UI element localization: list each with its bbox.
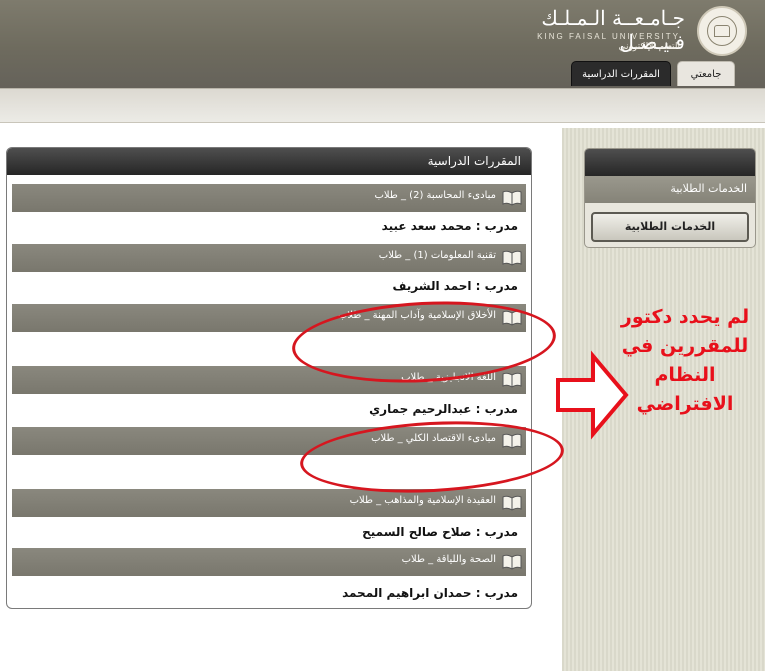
book-icon xyxy=(502,554,522,570)
annotation-line: النظام xyxy=(654,364,716,386)
course-title: العقيدة الإسلامية والمذاهب _ طلاب xyxy=(349,495,496,506)
side-panel-header xyxy=(585,149,755,176)
book-icon xyxy=(502,495,522,511)
annotation-line: لم يحدد دكتور xyxy=(620,306,750,328)
course-title: تقنية المعلومات (1) _ طلاب xyxy=(378,250,496,261)
courses-panel-title: المقررات الدراسية xyxy=(7,148,531,175)
elearning-subtitle: التعلم الإلكتروني xyxy=(618,42,680,52)
course-instructor: مدرب : حمدان ابراهيم المحمد xyxy=(342,586,518,600)
tab-courses[interactable]: المقررات الدراسية xyxy=(571,61,671,86)
university-seal-logo xyxy=(697,6,747,56)
course-link[interactable]: مبادىء المحاسبة (2) _ طلاب xyxy=(12,184,526,212)
header-bar: جـامـعــة الـمـلـك فـيـصـل KING FAISAL U… xyxy=(0,0,765,88)
annotation-text: لم يحدد دكتور للمقررين في النظام الافترا… xyxy=(610,303,760,419)
course-link[interactable]: الصحة واللياقة _ طلاب xyxy=(12,548,526,576)
course-instructor: مدرب : احمد الشريف xyxy=(392,279,519,293)
course-instructor: مدرب : صلاح صالح السميح xyxy=(362,525,518,539)
course-link[interactable]: تقنية المعلومات (1) _ طلاب xyxy=(12,244,526,272)
side-panel-title: الخدمات الطلابية xyxy=(585,176,755,203)
course-link[interactable]: العقيدة الإسلامية والمذاهب _ طلاب xyxy=(12,489,526,517)
book-icon xyxy=(502,250,522,266)
annotation-line: للمقررين في xyxy=(621,335,749,357)
course-instructor: مدرب : محمد سعد عبيد xyxy=(381,219,518,233)
university-name-en: KING FAISAL UNIVERSITY xyxy=(537,32,680,41)
toolbar-strip xyxy=(0,88,765,123)
student-services-button[interactable]: الخدمات الطلابية xyxy=(591,212,749,242)
book-icon xyxy=(502,190,522,206)
annotation-line: الافتراضي xyxy=(636,393,734,415)
course-title: مبادىء المحاسبة (2) _ طلاب xyxy=(374,190,496,201)
book-icon xyxy=(502,372,522,388)
course-instructor: مدرب : عبدالرحيم جماري xyxy=(369,402,518,416)
course-title: الصحة واللياقة _ طلاب xyxy=(401,554,496,565)
student-services-panel: الخدمات الطلابية الخدمات الطلابية xyxy=(584,148,756,248)
tab-my-university[interactable]: جامعتي xyxy=(677,61,735,86)
